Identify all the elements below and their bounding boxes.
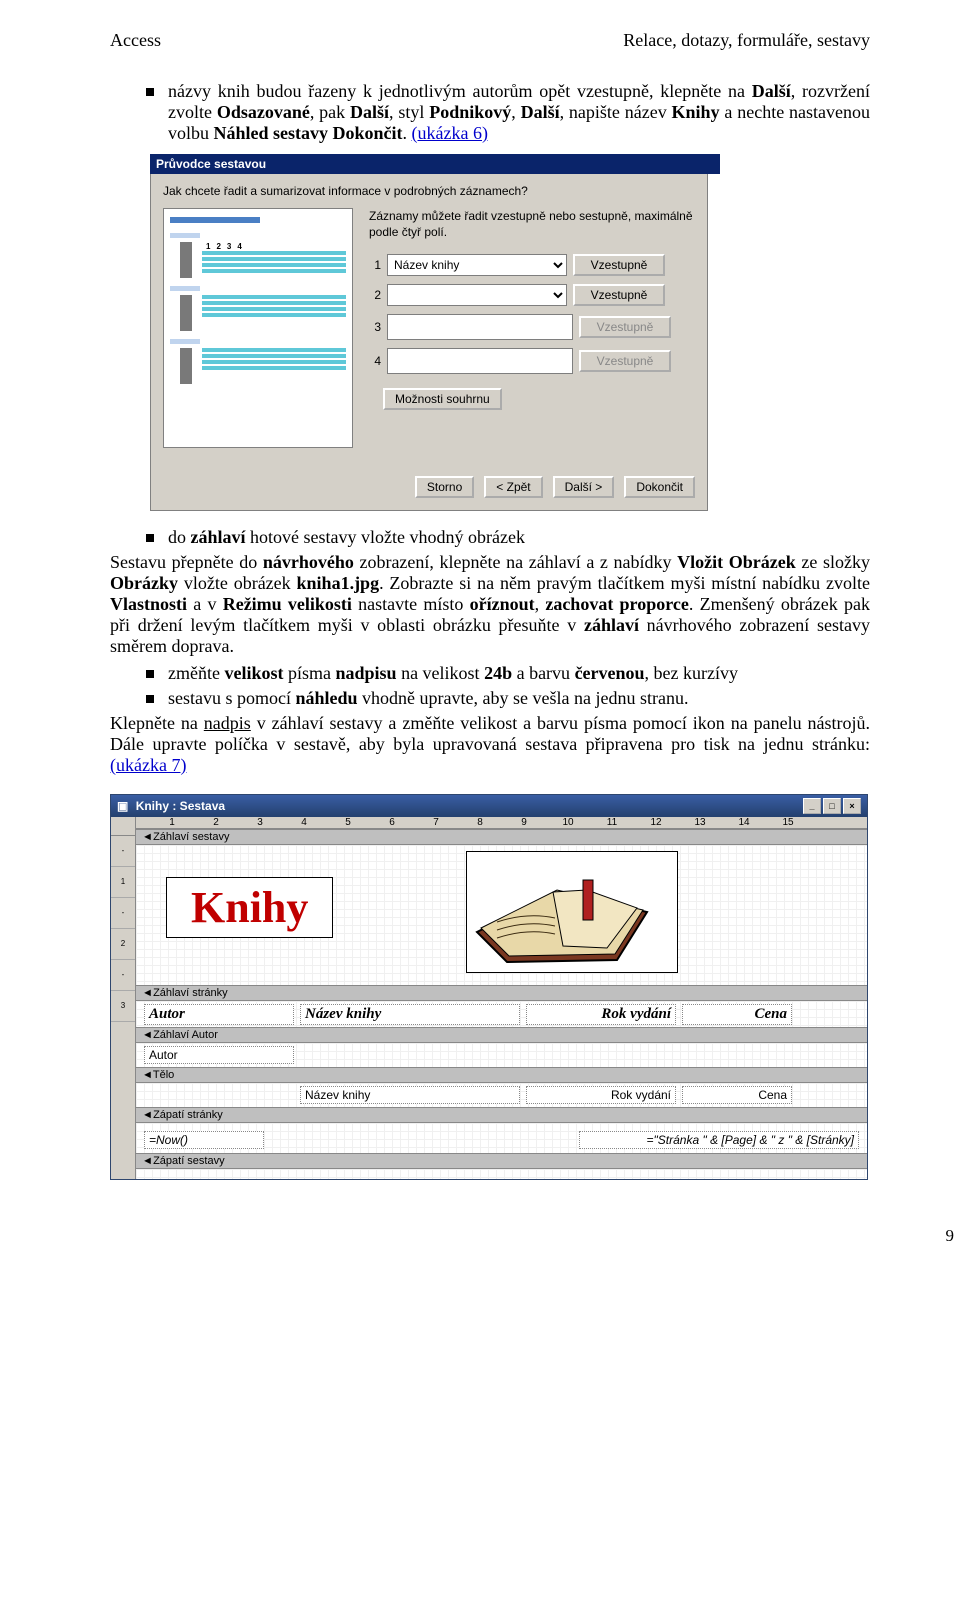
field-nazev[interactable]: Název knihy — [300, 1086, 520, 1104]
window-minimize-icon[interactable]: _ — [803, 798, 821, 814]
page-number: 9 — [946, 1226, 955, 1246]
bullet-icon — [146, 88, 154, 96]
section-toggle-icon: ◄ — [142, 1069, 150, 1081]
col-header-nazev[interactable]: Název knihy — [300, 1004, 520, 1025]
sort-row-num-1: 1 — [369, 258, 381, 272]
bullet-3-text: změňte velikost písma nadpisu na velikos… — [168, 663, 870, 684]
footer-expr-page[interactable]: ="Stránka " & [Page] & " z " & [Stránky] — [579, 1131, 859, 1149]
col-header-rok[interactable]: Rok vydání — [526, 1004, 676, 1025]
section-toggle-icon: ◄ — [142, 831, 150, 843]
section-header-detail[interactable]: ◄ Tělo — [136, 1067, 867, 1083]
sort-field-4 — [387, 348, 573, 374]
wizard-back-button[interactable]: < Zpět — [484, 476, 542, 498]
header-left: Access — [110, 30, 161, 51]
field-cena[interactable]: Cena — [682, 1086, 792, 1104]
col-header-autor[interactable]: Autor — [144, 1004, 294, 1025]
bullet-icon — [146, 534, 154, 542]
horizontal-ruler: 123456789101112131415 — [136, 817, 867, 829]
wizard-finish-button[interactable]: Dokončit — [624, 476, 695, 498]
field-autor[interactable]: Autor — [144, 1046, 294, 1064]
section-header-report-header[interactable]: ◄ Záhlaví sestavy — [136, 829, 867, 845]
book-image[interactable] — [466, 851, 678, 973]
field-rok[interactable]: Rok vydání — [526, 1086, 676, 1104]
sort-field-1[interactable]: Název knihy — [387, 254, 567, 276]
bullet-1-text: názvy knih budou řazeny k jednotlivým au… — [168, 81, 870, 144]
report-window-icon: ▣ — [117, 799, 128, 813]
sort-row-num-3: 3 — [369, 320, 381, 334]
window-close-icon[interactable]: × — [843, 798, 861, 814]
section-header-group-autor[interactable]: ◄ Záhlaví Autor — [136, 1027, 867, 1043]
wizard-next-button[interactable]: Další > — [553, 476, 615, 498]
section-toggle-icon: ◄ — [142, 1155, 150, 1167]
section-toggle-icon: ◄ — [142, 1109, 150, 1121]
sort-order-button-3: Vzestupně — [579, 316, 671, 338]
section-header-page-header[interactable]: ◄ Záhlaví stránky — [136, 985, 867, 1001]
window-maximize-icon[interactable]: □ — [823, 798, 841, 814]
wizard-preview-pane: 1 2 3 4 — [163, 208, 353, 448]
sort-row-num-4: 4 — [369, 354, 381, 368]
section-toggle-icon: ◄ — [142, 987, 150, 999]
bullet-icon — [146, 670, 154, 678]
ukazka6-link[interactable]: (ukázka 6) — [412, 123, 488, 143]
report-window-title: Knihy : Sestava — [136, 799, 225, 813]
sort-field-3 — [387, 314, 573, 340]
bullet-icon — [146, 695, 154, 703]
col-header-cena[interactable]: Cena — [682, 1004, 792, 1025]
section-header-page-footer[interactable]: ◄ Zápatí stránky — [136, 1107, 867, 1123]
bullet-2-text: do záhlaví hotové sestavy vložte vhodný … — [168, 527, 870, 548]
sort-row-num-2: 2 — [369, 288, 381, 302]
paragraph-1: Sestavu přepněte do návrhového zobrazení… — [110, 552, 870, 657]
bullet-4-text: sestavu s pomocí náhledu vhodně upravte,… — [168, 688, 870, 709]
wizard-question: Jak chcete řadit a sumarizovat informace… — [163, 184, 695, 198]
sort-order-button-1[interactable]: Vzestupně — [573, 254, 665, 276]
header-right: Relace, dotazy, formuláře, sestavy — [623, 30, 870, 51]
sort-field-2[interactable] — [387, 284, 567, 306]
vertical-ruler: - 1 - 2 - 3 — [111, 817, 136, 1179]
paragraph-2: Klepněte na nadpis v záhlaví sestavy a z… — [110, 713, 870, 776]
sort-order-button-4: Vzestupně — [579, 350, 671, 372]
wizard-cancel-button[interactable]: Storno — [415, 476, 474, 498]
sort-order-button-2[interactable]: Vzestupně — [573, 284, 665, 306]
report-title-label[interactable]: Knihy — [166, 877, 333, 938]
footer-expr-now[interactable]: =Now() — [144, 1131, 264, 1149]
wizard-hint: Záznamy můžete řadit vzestupně nebo sest… — [369, 208, 695, 240]
section-header-report-footer[interactable]: ◄ Zápatí sestavy — [136, 1153, 867, 1169]
wizard-titlebar: Průvodce sestavou — [150, 154, 720, 174]
section-toggle-icon: ◄ — [142, 1029, 150, 1041]
ukazka7-link[interactable]: (ukázka 7) — [110, 755, 186, 775]
summary-options-button[interactable]: Možnosti souhrnu — [383, 388, 502, 410]
